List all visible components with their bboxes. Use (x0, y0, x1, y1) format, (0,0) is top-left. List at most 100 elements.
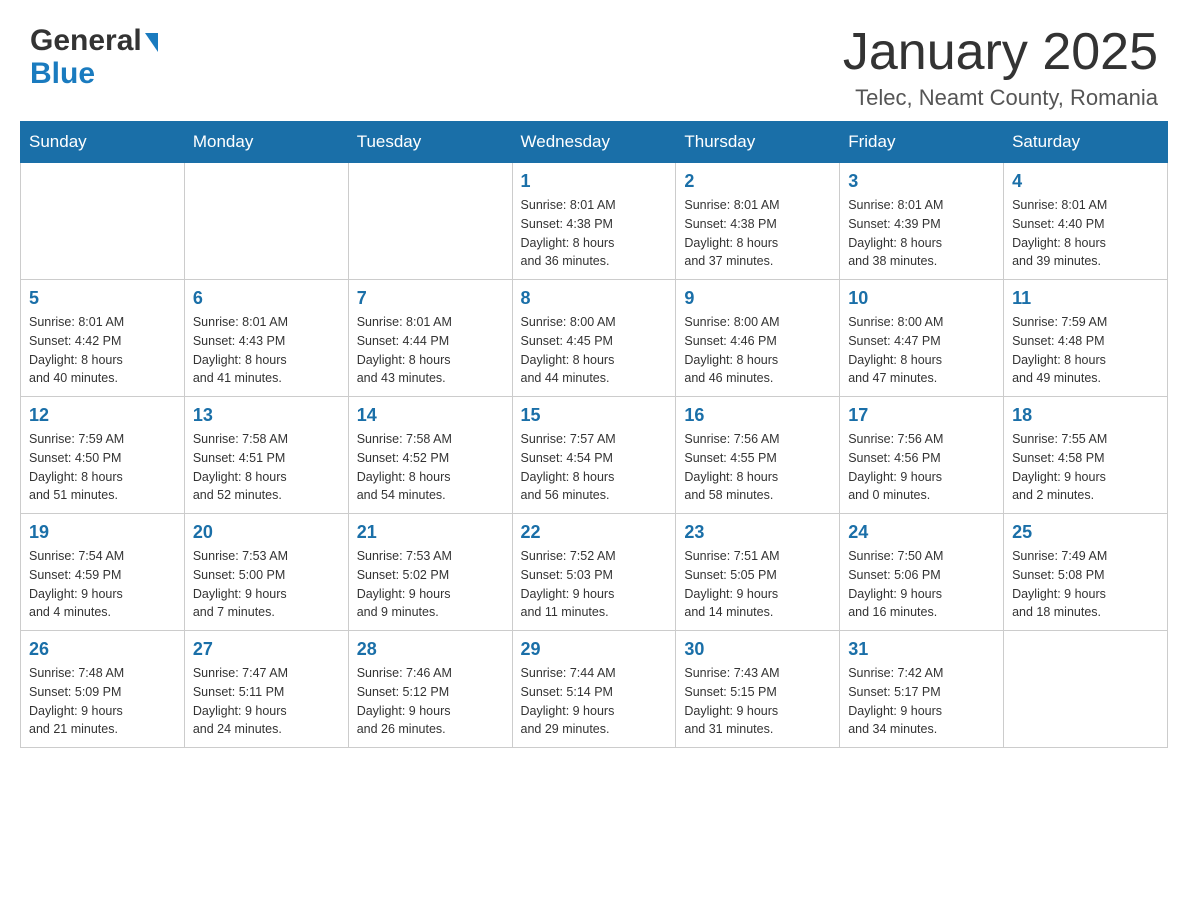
calendar-cell: 15 Sunrise: 7:57 AM Sunset: 4:54 PM Dayli… (512, 397, 676, 514)
day-info: Sunrise: 7:42 AM Sunset: 5:17 PM Dayligh… (848, 664, 995, 739)
day-info: Sunrise: 7:56 AM Sunset: 4:56 PM Dayligh… (848, 430, 995, 505)
day-info: Sunrise: 8:00 AM Sunset: 4:45 PM Dayligh… (521, 313, 668, 388)
calendar-cell: 5 Sunrise: 8:01 AM Sunset: 4:42 PM Daylig… (21, 280, 185, 397)
calendar-cell: 12 Sunrise: 7:59 AM Sunset: 4:50 PM Dayli… (21, 397, 185, 514)
calendar-body: 1 Sunrise: 8:01 AM Sunset: 4:38 PM Daylig… (21, 163, 1168, 748)
title-block: January 2025 Telec, Neamt County, Romani… (843, 24, 1158, 111)
day-number: 18 (1012, 405, 1159, 426)
calendar-cell: 23 Sunrise: 7:51 AM Sunset: 5:05 PM Dayli… (676, 514, 840, 631)
day-info: Sunrise: 7:46 AM Sunset: 5:12 PM Dayligh… (357, 664, 504, 739)
col-sunday: Sunday (21, 122, 185, 163)
calendar-wrapper: Sunday Monday Tuesday Wednesday Thursday… (0, 121, 1188, 768)
day-info: Sunrise: 7:57 AM Sunset: 4:54 PM Dayligh… (521, 430, 668, 505)
day-number: 9 (684, 288, 831, 309)
day-number: 11 (1012, 288, 1159, 309)
calendar-cell: 4 Sunrise: 8:01 AM Sunset: 4:40 PM Daylig… (1004, 163, 1168, 280)
day-number: 14 (357, 405, 504, 426)
col-wednesday: Wednesday (512, 122, 676, 163)
day-number: 22 (521, 522, 668, 543)
day-number: 13 (193, 405, 340, 426)
day-number: 28 (357, 639, 504, 660)
day-info: Sunrise: 7:43 AM Sunset: 5:15 PM Dayligh… (684, 664, 831, 739)
day-info: Sunrise: 8:01 AM Sunset: 4:42 PM Dayligh… (29, 313, 176, 388)
logo-text: General Blue (30, 24, 158, 90)
calendar-cell: 30 Sunrise: 7:43 AM Sunset: 5:15 PM Dayli… (676, 631, 840, 748)
day-number: 7 (357, 288, 504, 309)
day-number: 2 (684, 171, 831, 192)
day-number: 24 (848, 522, 995, 543)
page-header: General Blue January 2025 Telec, Neamt C… (0, 0, 1188, 121)
day-number: 17 (848, 405, 995, 426)
calendar-cell: 13Sunrise: 7:58 AM Sunset: 4:51 PM Dayli… (184, 397, 348, 514)
day-info: Sunrise: 7:55 AM Sunset: 4:58 PM Dayligh… (1012, 430, 1159, 505)
day-info: Sunrise: 7:52 AM Sunset: 5:03 PM Dayligh… (521, 547, 668, 622)
day-number: 8 (521, 288, 668, 309)
day-info: Sunrise: 7:50 AM Sunset: 5:06 PM Dayligh… (848, 547, 995, 622)
day-info: Sunrise: 7:56 AM Sunset: 4:55 PM Dayligh… (684, 430, 831, 505)
calendar-cell: 22 Sunrise: 7:52 AM Sunset: 5:03 PM Dayli… (512, 514, 676, 631)
calendar-cell: 31 Sunrise: 7:42 AM Sunset: 5:17 PM Dayli… (840, 631, 1004, 748)
calendar-cell: 19Sunrise: 7:54 AM Sunset: 4:59 PM Dayli… (21, 514, 185, 631)
day-number: 21 (357, 522, 504, 543)
calendar-cell: 25 Sunrise: 7:49 AM Sunset: 5:08 PM Dayli… (1004, 514, 1168, 631)
calendar-cell (184, 163, 348, 280)
calendar-cell: 11Sunrise: 7:59 AM Sunset: 4:48 PM Dayli… (1004, 280, 1168, 397)
day-number: 5 (29, 288, 176, 309)
logo-triangle-icon (145, 33, 158, 52)
day-info: Sunrise: 8:01 AM Sunset: 4:38 PM Dayligh… (684, 196, 831, 271)
col-monday: Monday (184, 122, 348, 163)
calendar-cell: 6 Sunrise: 8:01 AM Sunset: 4:43 PM Daylig… (184, 280, 348, 397)
subtitle: Telec, Neamt County, Romania (843, 85, 1158, 111)
calendar-week-2: 5 Sunrise: 8:01 AM Sunset: 4:42 PM Daylig… (21, 280, 1168, 397)
calendar-week-1: 1 Sunrise: 8:01 AM Sunset: 4:38 PM Daylig… (21, 163, 1168, 280)
day-number: 16 (684, 405, 831, 426)
day-info: Sunrise: 7:51 AM Sunset: 5:05 PM Dayligh… (684, 547, 831, 622)
day-info: Sunrise: 7:49 AM Sunset: 5:08 PM Dayligh… (1012, 547, 1159, 622)
calendar-cell: 26Sunrise: 7:48 AM Sunset: 5:09 PM Dayli… (21, 631, 185, 748)
day-number: 12 (29, 405, 176, 426)
day-number: 23 (684, 522, 831, 543)
day-number: 15 (521, 405, 668, 426)
calendar-week-4: 19Sunrise: 7:54 AM Sunset: 4:59 PM Dayli… (21, 514, 1168, 631)
header-row: Sunday Monday Tuesday Wednesday Thursday… (21, 122, 1168, 163)
calendar-cell: 7Sunrise: 8:01 AM Sunset: 4:44 PM Daylig… (348, 280, 512, 397)
day-number: 1 (521, 171, 668, 192)
day-number: 19 (29, 522, 176, 543)
calendar-cell: 3 Sunrise: 8:01 AM Sunset: 4:39 PM Daylig… (840, 163, 1004, 280)
day-info: Sunrise: 8:01 AM Sunset: 4:43 PM Dayligh… (193, 313, 340, 388)
day-info: Sunrise: 7:47 AM Sunset: 5:11 PM Dayligh… (193, 664, 340, 739)
calendar-cell: 24 Sunrise: 7:50 AM Sunset: 5:06 PM Dayli… (840, 514, 1004, 631)
col-tuesday: Tuesday (348, 122, 512, 163)
day-info: Sunrise: 8:01 AM Sunset: 4:40 PM Dayligh… (1012, 196, 1159, 271)
day-info: Sunrise: 7:59 AM Sunset: 4:50 PM Dayligh… (29, 430, 176, 505)
col-saturday: Saturday (1004, 122, 1168, 163)
day-number: 3 (848, 171, 995, 192)
calendar-cell: 17 Sunrise: 7:56 AM Sunset: 4:56 PM Dayli… (840, 397, 1004, 514)
calendar-week-5: 26Sunrise: 7:48 AM Sunset: 5:09 PM Dayli… (21, 631, 1168, 748)
calendar-cell: 9Sunrise: 8:00 AM Sunset: 4:46 PM Daylig… (676, 280, 840, 397)
calendar-cell: 1 Sunrise: 8:01 AM Sunset: 4:38 PM Daylig… (512, 163, 676, 280)
day-info: Sunrise: 8:01 AM Sunset: 4:39 PM Dayligh… (848, 196, 995, 271)
day-number: 20 (193, 522, 340, 543)
calendar-week-3: 12 Sunrise: 7:59 AM Sunset: 4:50 PM Dayli… (21, 397, 1168, 514)
day-info: Sunrise: 8:01 AM Sunset: 4:38 PM Dayligh… (521, 196, 668, 271)
day-number: 31 (848, 639, 995, 660)
calendar-cell: 18 Sunrise: 7:55 AM Sunset: 4:58 PM Dayli… (1004, 397, 1168, 514)
day-number: 30 (684, 639, 831, 660)
day-info: Sunrise: 8:00 AM Sunset: 4:47 PM Dayligh… (848, 313, 995, 388)
calendar-cell: 14Sunrise: 7:58 AM Sunset: 4:52 PM Dayli… (348, 397, 512, 514)
calendar-cell: 29Sunrise: 7:44 AM Sunset: 5:14 PM Dayli… (512, 631, 676, 748)
day-number: 6 (193, 288, 340, 309)
calendar-cell: 21Sunrise: 7:53 AM Sunset: 5:02 PM Dayli… (348, 514, 512, 631)
day-info: Sunrise: 7:44 AM Sunset: 5:14 PM Dayligh… (521, 664, 668, 739)
col-friday: Friday (840, 122, 1004, 163)
day-number: 4 (1012, 171, 1159, 192)
calendar-cell: 16 Sunrise: 7:56 AM Sunset: 4:55 PM Dayli… (676, 397, 840, 514)
day-number: 27 (193, 639, 340, 660)
day-info: Sunrise: 7:53 AM Sunset: 5:00 PM Dayligh… (193, 547, 340, 622)
logo: General Blue (30, 24, 158, 90)
calendar-cell: 8 Sunrise: 8:00 AM Sunset: 4:45 PM Daylig… (512, 280, 676, 397)
day-number: 25 (1012, 522, 1159, 543)
day-info: Sunrise: 7:48 AM Sunset: 5:09 PM Dayligh… (29, 664, 176, 739)
calendar-cell: 2 Sunrise: 8:01 AM Sunset: 4:38 PM Daylig… (676, 163, 840, 280)
